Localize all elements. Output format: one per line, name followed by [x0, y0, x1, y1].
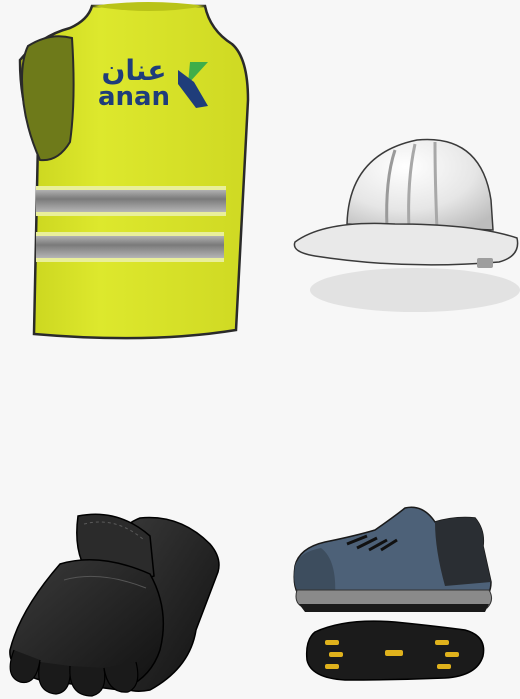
work-gloves: [0, 500, 240, 699]
vest-icon: عنان anan: [18, 2, 250, 340]
ppe-product-collage: عنان anan: [0, 0, 520, 699]
shoes-icon: [293, 506, 493, 681]
helmet-icon: [293, 138, 520, 312]
safety-vest: عنان anan: [0, 0, 270, 360]
brand-latin-text: anan: [98, 82, 170, 112]
hard-hat: [285, 120, 520, 320]
gloves-icon: [9, 513, 220, 697]
safety-shoes: [285, 500, 520, 699]
